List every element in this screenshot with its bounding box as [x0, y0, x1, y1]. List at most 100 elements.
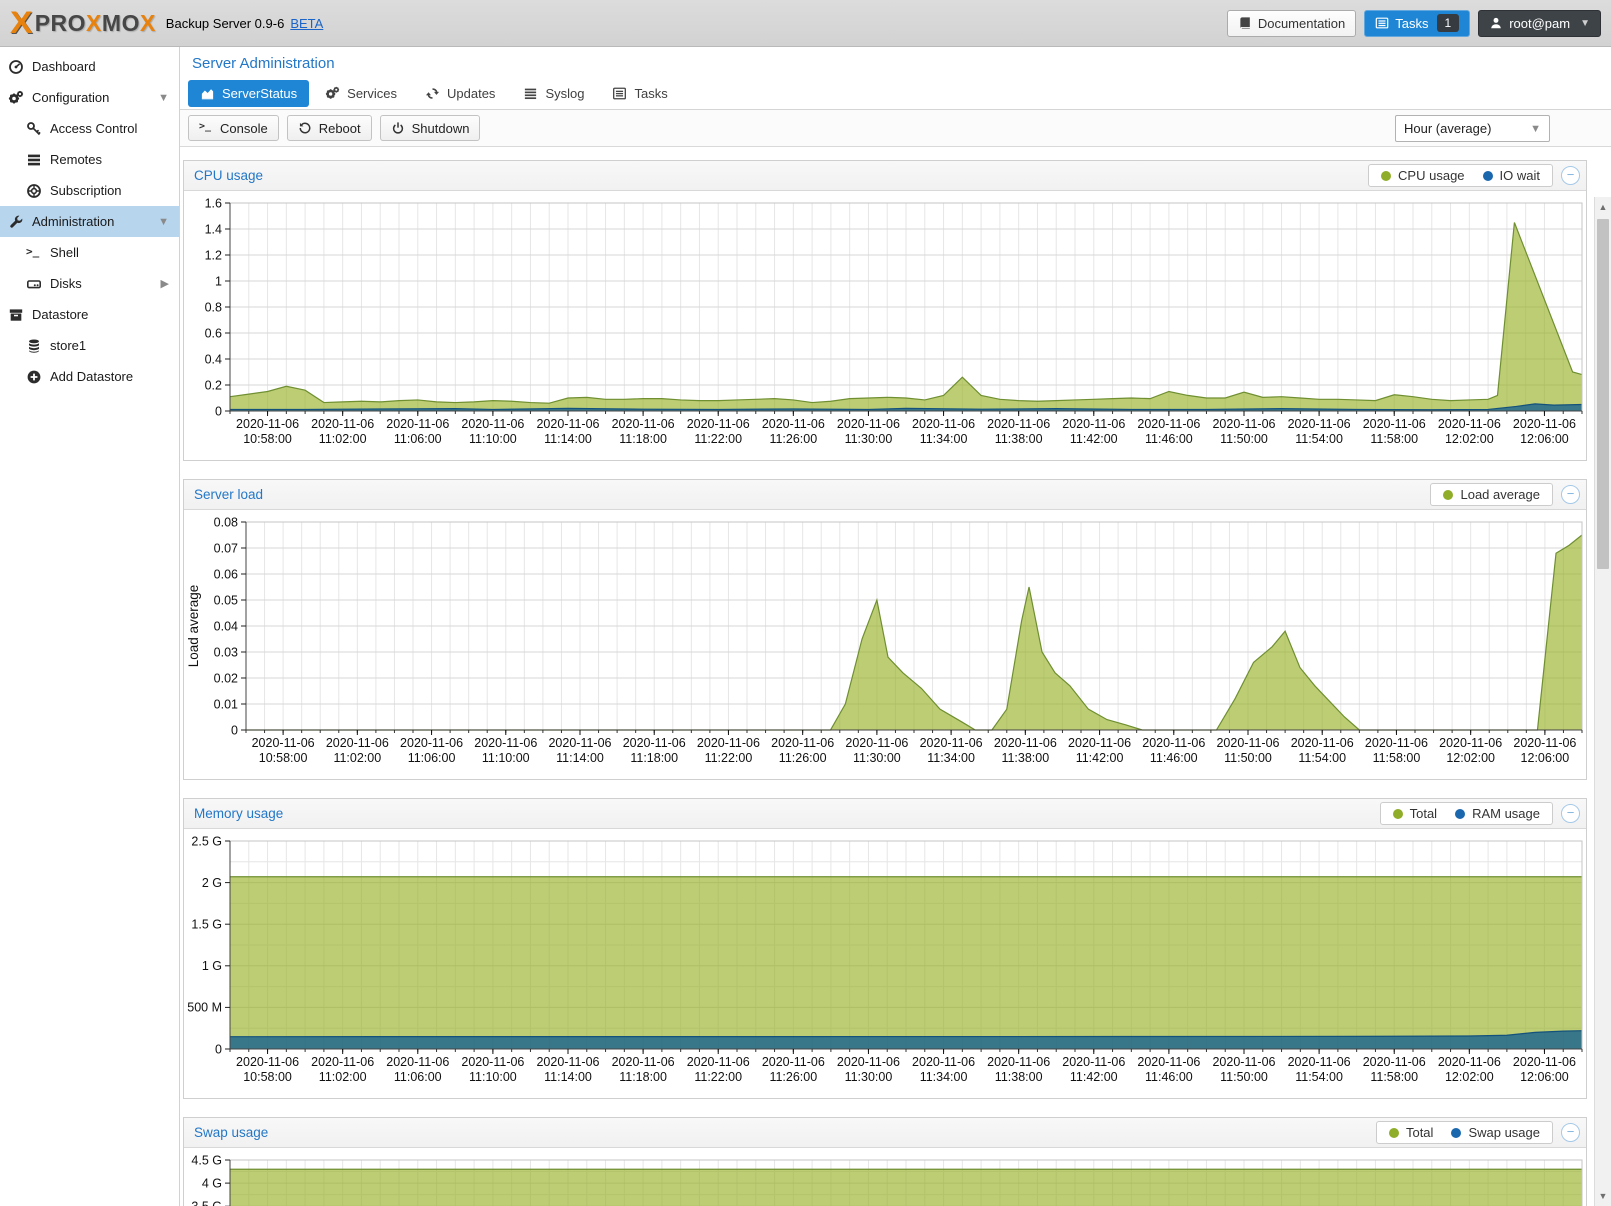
svg-text:12:02:00: 12:02:00 — [1445, 1070, 1494, 1084]
sidebar-item-administration[interactable]: Administration ▼ — [0, 206, 179, 237]
app-header: X PROXMOX Backup Server 0.9-6 BETA Docum… — [0, 0, 1611, 47]
toolbar: >_ Console Reboot Shutdown Hour (average… — [180, 110, 1611, 147]
legend-label: IO wait — [1500, 168, 1540, 183]
svg-text:2020-11-06: 2020-11-06 — [920, 736, 983, 750]
legend-dot — [1483, 171, 1493, 181]
sidebar: Dashboard Configuration ▼ Access Control… — [0, 47, 180, 1206]
sidebar-item-subscription[interactable]: Subscription — [0, 175, 179, 206]
legend-item[interactable]: Total — [1389, 1125, 1433, 1140]
svg-text:1: 1 — [215, 274, 222, 288]
svg-text:0.8: 0.8 — [205, 300, 222, 314]
svg-text:11:18:00: 11:18:00 — [619, 432, 667, 446]
collapse-panel-button[interactable]: − — [1561, 485, 1580, 504]
collapse-panel-button[interactable]: − — [1561, 166, 1580, 185]
svg-text:11:02:00: 11:02:00 — [319, 432, 367, 446]
svg-text:11:14:00: 11:14:00 — [544, 1070, 592, 1084]
svg-text:2020-11-06: 2020-11-06 — [252, 736, 315, 750]
svg-text:0.02: 0.02 — [214, 671, 238, 685]
sidebar-item-store1[interactable]: store1 — [0, 330, 179, 361]
sidebar-item-remotes[interactable]: Remotes — [0, 144, 179, 175]
svg-text:0: 0 — [231, 723, 238, 737]
svg-text:11:30:00: 11:30:00 — [845, 432, 893, 446]
svg-text:0.03: 0.03 — [214, 645, 238, 659]
svg-text:11:54:00: 11:54:00 — [1298, 751, 1346, 765]
svg-text:0: 0 — [215, 404, 222, 418]
svg-text:0.04: 0.04 — [214, 619, 238, 633]
beta-link[interactable]: BETA — [290, 16, 323, 31]
shutdown-button[interactable]: Shutdown — [380, 115, 481, 141]
svg-text:2020-11-06: 2020-11-06 — [386, 1055, 449, 1069]
tab-syslog[interactable]: Syslog — [511, 80, 596, 107]
sidebar-item-access-control[interactable]: Access Control — [0, 113, 179, 144]
sidebar-item-dashboard[interactable]: Dashboard — [0, 51, 179, 82]
svg-text:2020-11-06: 2020-11-06 — [236, 417, 299, 431]
svg-text:2020-11-06: 2020-11-06 — [771, 736, 834, 750]
svg-text:2020-11-06: 2020-11-06 — [326, 736, 389, 750]
svg-text:2020-11-06: 2020-11-06 — [1062, 417, 1125, 431]
documentation-button[interactable]: Documentation — [1227, 10, 1356, 37]
chevron-right-icon[interactable]: ▶ — [161, 277, 169, 290]
user-menu-button[interactable]: root@pam ▼ — [1478, 10, 1601, 37]
collapse-panel-button[interactable]: − — [1561, 1123, 1580, 1142]
svg-text:2020-11-06: 2020-11-06 — [1363, 417, 1426, 431]
chevron-down-icon[interactable]: ▼ — [158, 92, 169, 104]
legend-item[interactable]: IO wait — [1483, 168, 1540, 183]
memory-usage-chart: 0500 M1 G1.5 G2 G2.5 G2020-11-0610:58:00… — [184, 835, 1586, 1092]
legend-item[interactable]: RAM usage — [1455, 806, 1540, 821]
svg-text:11:42:00: 11:42:00 — [1070, 1070, 1118, 1084]
scroll-up-arrow[interactable]: ▲ — [1595, 199, 1611, 215]
svg-text:2020-11-06: 2020-11-06 — [987, 417, 1050, 431]
svg-text:2020-11-06: 2020-11-06 — [845, 736, 908, 750]
svg-text:2 G: 2 G — [202, 876, 222, 890]
svg-text:11:42:00: 11:42:00 — [1070, 432, 1118, 446]
tab-tasks[interactable]: Tasks — [600, 80, 679, 107]
svg-text:11:26:00: 11:26:00 — [769, 1070, 817, 1084]
chevron-down-icon[interactable]: ▼ — [158, 216, 169, 228]
chart-legend: Total Swap usage — [1376, 1121, 1553, 1144]
svg-text:11:06:00: 11:06:00 — [408, 751, 456, 765]
legend-item[interactable]: Swap usage — [1451, 1125, 1540, 1140]
svg-text:12:06:00: 12:06:00 — [1520, 1070, 1569, 1084]
chart-legend: Load average — [1430, 483, 1553, 506]
vertical-scrollbar[interactable]: ▲ ▼ — [1594, 197, 1611, 1206]
reboot-button[interactable]: Reboot — [287, 115, 372, 141]
tab-services[interactable]: Services — [313, 80, 409, 107]
tasks-list-icon — [1375, 16, 1389, 30]
svg-text:11:38:00: 11:38:00 — [995, 1070, 1043, 1084]
sidebar-item-add-datastore[interactable]: Add Datastore — [0, 361, 179, 392]
legend-item[interactable]: Load average — [1443, 487, 1540, 502]
svg-text:11:38:00: 11:38:00 — [995, 432, 1043, 446]
legend-item[interactable]: Total — [1393, 806, 1437, 821]
sidebar-item-disks[interactable]: Disks ▶ — [0, 268, 179, 299]
tab-serverstatus[interactable]: ServerStatus — [188, 80, 309, 107]
svg-text:2020-11-06: 2020-11-06 — [1288, 417, 1351, 431]
svg-text:11:50:00: 11:50:00 — [1220, 1070, 1268, 1084]
legend-label: CPU usage — [1398, 168, 1464, 183]
sidebar-item-shell[interactable]: >_ Shell — [0, 237, 179, 268]
sidebar-item-datastore[interactable]: Datastore — [0, 299, 179, 330]
swap-usage-chart: 0500 M1 G1.5 G2 G2.5 G3 G3.5 G4 G4.5 G20… — [184, 1154, 1586, 1206]
sidebar-item-configuration[interactable]: Configuration ▼ — [0, 82, 179, 113]
main-content: Server Administration ServerStatus Servi… — [180, 47, 1611, 1206]
list-icon — [523, 86, 538, 101]
console-button[interactable]: >_ Console — [188, 115, 279, 141]
timeframe-select[interactable]: Hour (average) ▼ — [1395, 115, 1550, 142]
collapse-panel-button[interactable]: − — [1561, 804, 1580, 823]
scrollbar-thumb[interactable] — [1597, 219, 1609, 569]
undo-icon — [298, 121, 312, 135]
svg-text:2020-11-06: 2020-11-06 — [1137, 1055, 1200, 1069]
scroll-down-arrow[interactable]: ▼ — [1595, 1188, 1611, 1204]
panel-header: Swap usage Total Swap usage − — [184, 1118, 1586, 1148]
area-chart-icon — [200, 86, 215, 101]
svg-text:11:06:00: 11:06:00 — [394, 1070, 442, 1084]
tab-updates[interactable]: Updates — [413, 80, 507, 107]
legend-item[interactable]: CPU usage — [1381, 168, 1464, 183]
gauge-icon — [8, 59, 24, 75]
svg-text:0.6: 0.6 — [205, 326, 222, 340]
tasks-button[interactable]: Tasks 1 — [1364, 10, 1470, 37]
svg-text:10:58:00: 10:58:00 — [243, 1070, 292, 1084]
svg-text:2020-11-06: 2020-11-06 — [762, 417, 825, 431]
svg-text:11:18:00: 11:18:00 — [619, 1070, 667, 1084]
svg-text:2020-11-06: 2020-11-06 — [548, 736, 611, 750]
svg-text:2020-11-06: 2020-11-06 — [400, 736, 463, 750]
